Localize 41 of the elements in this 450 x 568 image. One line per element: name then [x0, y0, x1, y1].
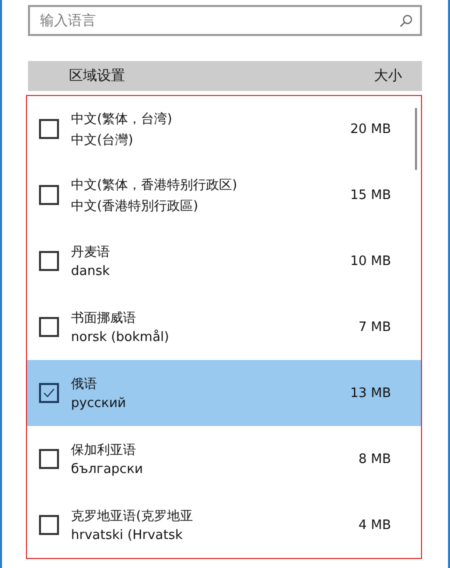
- checkbox[interactable]: [39, 119, 59, 139]
- list-row[interactable]: 书面挪威语 norsk (bokmål) 7 MB: [27, 294, 421, 360]
- scrollbar-thumb[interactable]: [415, 108, 417, 170]
- language-name: 中文(繁体，香港特别行政区): [71, 176, 238, 194]
- native-name: norsk (bokmål): [71, 330, 170, 345]
- size-text: 4 MB: [358, 518, 391, 532]
- language-name: 保加利亚语: [71, 442, 137, 459]
- size-text: 10 MB: [350, 254, 391, 268]
- size-text: 13 MB: [350, 386, 391, 400]
- list-row[interactable]: 丹麦语 dansk 10 MB: [27, 228, 421, 294]
- language-name: 俄语: [71, 376, 98, 393]
- list-row[interactable]: 中文(繁体，香港特别行政区) 中文(香港特別行政區) 15 MB: [27, 162, 421, 228]
- native-name: dansk: [71, 264, 111, 279]
- native-name: 中文(台灣): [71, 132, 134, 148]
- list-row[interactable]: 克罗地亚语(克罗地亚 hrvatski (Hrvatsk 4 MB: [27, 492, 421, 558]
- list-row[interactable]: 中文(繁体，台湾) 中文(台灣) 20 MB: [27, 96, 421, 162]
- column-header: 区域设置: [69, 67, 126, 85]
- size-text: 15 MB: [350, 188, 391, 202]
- native-name: русский: [71, 396, 127, 411]
- checkbox[interactable]: [39, 317, 59, 337]
- list-row[interactable]: 俄语 русский 13 MB: [27, 360, 421, 426]
- language-name: 中文(繁体，台湾): [71, 110, 174, 128]
- checkbox[interactable]: [39, 515, 59, 535]
- checkbox[interactable]: [39, 383, 59, 403]
- native-name: български: [71, 462, 144, 477]
- checkmark-icon: [43, 388, 55, 398]
- native-name: 中文(香港特別行政區): [71, 198, 200, 214]
- checkbox[interactable]: [39, 449, 59, 469]
- list-row[interactable]: 保加利亚语 български 8 MB: [27, 426, 421, 492]
- language-name: 克罗地亚语(克罗地亚: [71, 508, 194, 525]
- language-name: 书面挪威语: [71, 310, 137, 327]
- checkbox[interactable]: [39, 251, 59, 271]
- native-name: hrvatski (Hrvatsk: [71, 528, 184, 543]
- search-icon: [399, 14, 413, 28]
- search-field[interactable]: 输入语言: [28, 5, 422, 36]
- size-text: 20 MB: [350, 122, 391, 136]
- language-name: 丹麦语: [71, 244, 111, 261]
- size-text: 8 MB: [358, 452, 391, 466]
- column-header: 大小: [374, 67, 402, 85]
- checkbox[interactable]: [39, 185, 59, 205]
- size-text: 7 MB: [358, 320, 391, 334]
